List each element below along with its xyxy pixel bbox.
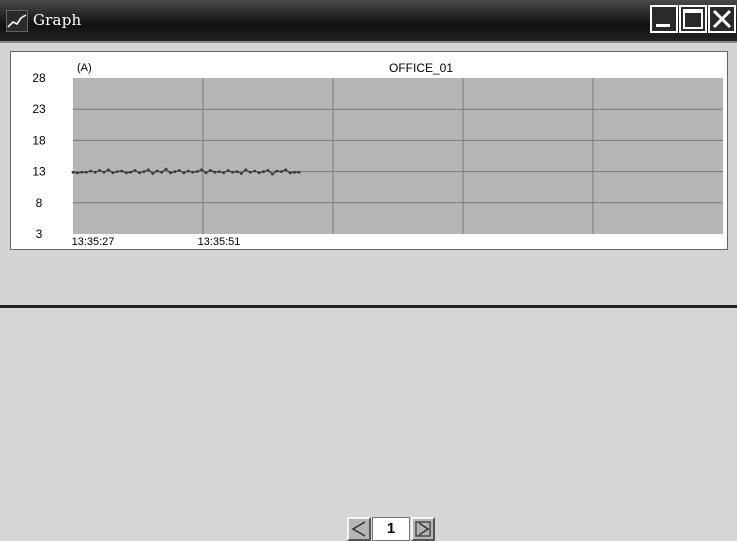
minimize-button[interactable] [650, 5, 678, 33]
data-point [266, 168, 270, 172]
data-point [293, 170, 296, 174]
data-point [111, 171, 115, 175]
data-point [102, 170, 106, 174]
data-point [84, 170, 88, 174]
data-point [217, 170, 221, 173]
y-unit-label: (A) [77, 62, 92, 74]
prev-page-icon [351, 521, 366, 537]
data-point [231, 170, 234, 174]
pager-bar: 1 [0, 252, 737, 541]
data-point [151, 172, 155, 175]
data-point [271, 172, 274, 176]
data-point [195, 170, 199, 173]
chart-panel: OFFICE_01 (A) 28 23 18 13 8 3 13:35:27 13:35:5… [10, 51, 728, 250]
y-tick-label: 8 [36, 196, 43, 210]
data-point [133, 168, 137, 172]
data-point [177, 168, 181, 172]
close-button[interactable] [708, 5, 736, 33]
data-point [222, 171, 226, 175]
data-point [213, 170, 217, 174]
close-icon [712, 9, 732, 29]
next-page-icon [415, 521, 431, 537]
data-point [169, 171, 172, 175]
data-point [200, 168, 203, 172]
data-point [239, 172, 243, 175]
line-chart: OFFICE_01 (A) 28 23 18 13 8 3 13:35:27 13:35:5… [32, 61, 723, 248]
data-point [129, 170, 133, 174]
data-point [284, 168, 288, 172]
data-point [80, 170, 84, 174]
next-page-button[interactable] [411, 517, 435, 541]
data-point [288, 171, 292, 175]
data-point [138, 171, 141, 175]
chart-title: OFFICE_01 [389, 61, 453, 75]
data-point [107, 168, 110, 172]
window-title: Graph [33, 11, 82, 29]
data-point [76, 171, 79, 175]
data-point [173, 170, 177, 173]
data-point [160, 170, 164, 174]
minimize-icon [656, 24, 670, 27]
data-point [89, 169, 93, 173]
data-point [235, 170, 239, 173]
data-point [71, 170, 75, 174]
data-point [208, 168, 212, 172]
x-tick-label: 13:35:27 [72, 236, 115, 248]
data-point [279, 170, 283, 173]
data-point [204, 171, 208, 175]
data-point [98, 168, 101, 172]
data-point [297, 170, 301, 174]
title-bar[interactable]: Graph [0, 0, 737, 43]
y-tick-label: 13 [32, 165, 46, 179]
data-point [182, 171, 186, 175]
maximize-icon [683, 9, 703, 29]
data-point [186, 169, 190, 173]
data-point [275, 169, 279, 173]
y-tick-label: 18 [32, 133, 46, 147]
data-point [142, 170, 146, 173]
y-tick-label: 3 [36, 227, 43, 241]
x-tick-label: 13:35:51 [198, 236, 241, 248]
y-tick-label: 28 [32, 71, 46, 85]
data-point [248, 170, 252, 174]
data-point [226, 168, 230, 172]
graph-line-icon [6, 10, 28, 32]
graph-window: Graph OFFICE_01 (A) 28 23 18 13 8 3 13:35:27 1… [0, 0, 737, 541]
prev-page-button[interactable] [347, 517, 371, 541]
data-point [253, 169, 257, 173]
page-number[interactable]: 1 [372, 517, 410, 541]
data-point [191, 170, 195, 174]
data-point [120, 169, 124, 173]
data-point [257, 171, 261, 175]
data-point [124, 171, 128, 175]
plot-area [73, 78, 723, 234]
data-point [115, 170, 119, 173]
data-point [155, 169, 159, 173]
data-point [262, 170, 265, 173]
data-point [146, 168, 150, 172]
data-point [93, 170, 97, 174]
data-point [244, 168, 248, 172]
y-tick-label: 23 [32, 102, 46, 116]
data-point [164, 167, 168, 171]
maximize-button[interactable] [679, 5, 707, 33]
